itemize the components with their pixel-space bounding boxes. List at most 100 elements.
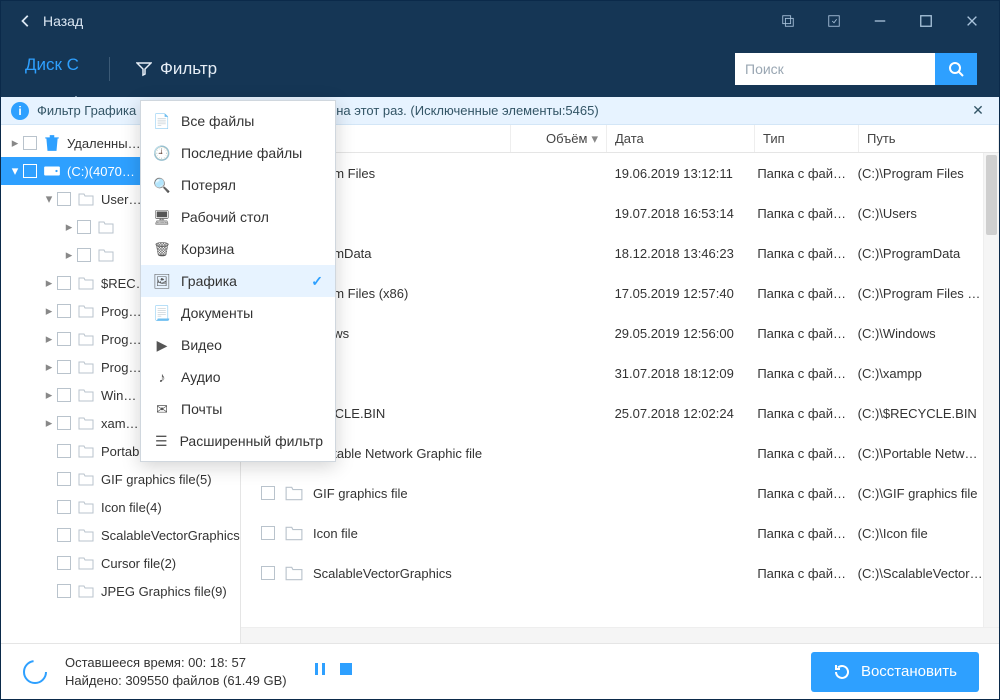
checkbox[interactable] <box>57 332 71 346</box>
pause-button[interactable] <box>313 662 327 681</box>
menu-graphics[interactable]: 🖼Графика✓ <box>141 265 335 297</box>
table-row[interactable]: …ows29.05.2019 12:56:00Папка с фай…(C:)\… <box>241 313 983 353</box>
expand-icon[interactable]: ▸ <box>41 331 57 347</box>
column-header[interactable]: Имя Объём▾ Дата Тип Путь <box>241 125 999 153</box>
expand-icon[interactable]: ▸ <box>41 303 57 319</box>
search-input[interactable] <box>735 53 935 85</box>
expand-icon[interactable]: ▸ <box>41 359 57 375</box>
search-button[interactable] <box>935 53 977 85</box>
checkbox[interactable] <box>23 136 37 150</box>
cell-name: … <box>313 366 522 381</box>
expand-icon[interactable]: ▸ <box>41 275 57 291</box>
expand-icon[interactable]: ▸ <box>41 415 57 431</box>
table-row[interactable]: …amData18.12.2018 13:46:23Папка с фай…(C… <box>241 233 983 273</box>
window-switch-icon[interactable] <box>765 1 811 41</box>
notice-close-button[interactable]: ✕ <box>967 100 989 122</box>
checkbox[interactable] <box>57 192 71 206</box>
tab-disk-c[interactable]: Диск С <box>23 49 81 89</box>
checkbox[interactable] <box>23 164 37 178</box>
menu-mail[interactable]: ✉Почты <box>141 393 335 425</box>
expand-icon[interactable]: ▸ <box>61 247 77 263</box>
menu-documents[interactable]: 📃Документы <box>141 297 335 329</box>
tree-cursor[interactable]: Cursor file(2) <box>1 549 240 577</box>
filter-dropdown[interactable]: 📄 Все файлы 🕘Последние файлы 🔍Потерял 🖥Ра… <box>140 100 336 462</box>
cell-name: ScalableVectorGraphics <box>313 566 522 581</box>
table-row[interactable]: …31.07.2018 18:12:09Папка с фай…(C:)\xam… <box>241 353 983 393</box>
table-row[interactable]: 19.07.2018 16:53:14Папка с фай…(C:)\User… <box>241 193 983 233</box>
document-icon: 📃 <box>153 304 171 322</box>
table-row[interactable]: GIF graphics fileПапка с фай…(C:)\GIF gr… <box>241 473 983 513</box>
restore-label: Восстановить <box>861 663 957 680</box>
checkbox[interactable] <box>57 556 71 570</box>
checkbox[interactable] <box>261 566 275 580</box>
scrollbar-thumb[interactable] <box>986 155 997 235</box>
menu-label: Все файлы <box>181 113 254 129</box>
menu-advanced-filter[interactable]: ☰Расширенный фильтр <box>141 425 335 457</box>
cell-path: (C:)\Windows <box>858 326 983 341</box>
collapse-icon[interactable]: ▾ <box>7 163 23 179</box>
cell-path: (C:)\GIF graphics file <box>858 486 983 501</box>
checkbox[interactable] <box>57 388 71 402</box>
checkbox[interactable] <box>57 360 71 374</box>
checkbox[interactable] <box>77 248 91 262</box>
cell-name: …YCLE.BIN <box>313 406 522 421</box>
checkbox[interactable] <box>57 416 71 430</box>
window-minimize-icon[interactable] <box>857 1 903 41</box>
file-list[interactable]: …am Files19.06.2019 13:12:11Папка с фай…… <box>241 153 983 627</box>
table-row[interactable]: …am Files (x86)17.05.2019 12:57:40Папка … <box>241 273 983 313</box>
chevron-left-icon <box>19 14 33 28</box>
back-button[interactable]: Назад <box>5 1 97 41</box>
checkbox[interactable] <box>57 304 71 318</box>
menu-lost[interactable]: 🔍Потерял <box>141 169 335 201</box>
menu-trash[interactable]: 🗑Корзина <box>141 233 335 265</box>
expand-icon[interactable]: ▸ <box>41 387 57 403</box>
cell-type: Папка с фай… <box>757 166 857 181</box>
tree-jpeg[interactable]: JPEG Graphics file(9) <box>1 577 240 605</box>
checkbox[interactable] <box>57 444 71 458</box>
checkbox[interactable] <box>57 500 71 514</box>
desktop-icon: 🖥 <box>153 208 171 226</box>
checkbox[interactable] <box>57 472 71 486</box>
menu-recent-files[interactable]: 🕘Последние файлы <box>141 137 335 169</box>
filter-button[interactable]: Фильтр <box>136 59 217 79</box>
checkbox[interactable] <box>57 276 71 290</box>
image-icon: 🖼 <box>153 272 171 290</box>
expand-icon[interactable]: ▸ <box>61 219 77 235</box>
collapse-icon[interactable]: ▾ <box>41 191 57 207</box>
cell-path: (C:)\Users <box>858 206 983 221</box>
menu-all-files[interactable]: 📄 Все файлы <box>141 105 335 137</box>
checkbox[interactable] <box>57 528 71 542</box>
sort-desc-icon[interactable]: ▾ <box>591 131 598 147</box>
tree-label: ScalableVectorGraphics… <box>101 528 240 543</box>
checkbox[interactable] <box>261 526 275 540</box>
notice-text: на этот раз. (Исключенные элементы:5465) <box>336 103 598 118</box>
cell-path: (C:)\Program Files <box>858 166 983 181</box>
window-close-icon[interactable] <box>949 1 995 41</box>
window-restore-icon[interactable] <box>811 1 857 41</box>
restore-button[interactable]: Восстановить <box>811 652 979 692</box>
file-icon: 📄 <box>153 112 171 130</box>
checkbox[interactable] <box>77 220 91 234</box>
col-type-label: Тип <box>763 131 785 146</box>
stop-button[interactable] <box>339 662 353 681</box>
back-label: Назад <box>43 13 83 29</box>
table-row[interactable]: Portable Network Graphic fileПапка с фай… <box>241 433 983 473</box>
mail-icon: ✉ <box>153 400 171 418</box>
checkbox[interactable] <box>261 486 275 500</box>
tab-indicator-triangle <box>68 96 84 104</box>
table-row[interactable]: Icon fileПапка с фай…(C:)\Icon file <box>241 513 983 553</box>
tree-svg[interactable]: ScalableVectorGraphics… <box>1 521 240 549</box>
table-row[interactable]: ScalableVectorGraphicsПапка с фай…(C:)\S… <box>241 553 983 593</box>
table-row[interactable]: …am Files19.06.2019 13:12:11Папка с фай…… <box>241 153 983 193</box>
tree-gif[interactable]: GIF graphics file(5) <box>1 465 240 493</box>
window-maximize-icon[interactable] <box>903 1 949 41</box>
vertical-scrollbar[interactable] <box>983 153 999 627</box>
menu-desktop[interactable]: 🖥Рабочий стол <box>141 201 335 233</box>
table-row[interactable]: …YCLE.BIN25.07.2018 12:02:24Папка с фай…… <box>241 393 983 433</box>
menu-video[interactable]: ▶Видео <box>141 329 335 361</box>
menu-audio[interactable]: ♪Аудио <box>141 361 335 393</box>
horizontal-scrollbar[interactable] <box>241 627 999 643</box>
checkbox[interactable] <box>57 584 71 598</box>
expand-icon[interactable]: ▸ <box>7 135 23 151</box>
tree-icon-file[interactable]: Icon file(4) <box>1 493 240 521</box>
